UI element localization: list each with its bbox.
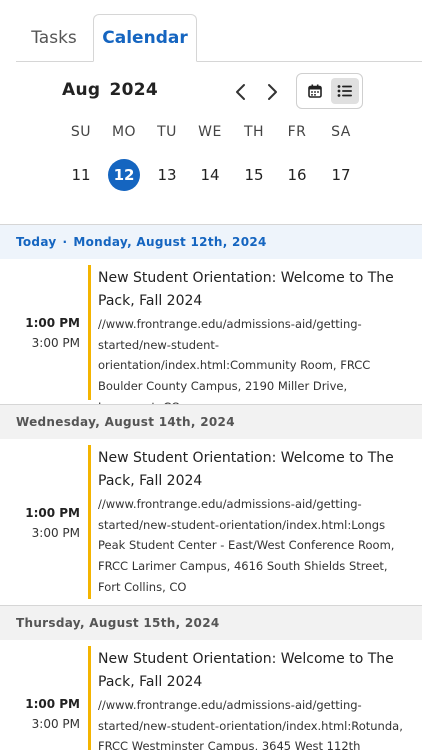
event-times: 1:00 PM 3:00 PM (0, 503, 80, 543)
event-end-time: 3:00 PM (31, 526, 80, 540)
day-header-today: Today · Monday, August 12th, 2024 (0, 225, 422, 259)
event-item[interactable]: 1:00 PM 3:00 PM New Student Orientation:… (0, 439, 422, 604)
date-11[interactable]: 11 (65, 159, 97, 191)
month-label: Aug 2024 (62, 80, 159, 100)
day-date-label: Thursday, August 15th, 2024 (16, 616, 220, 630)
event-start-time: 1:00 PM (25, 506, 80, 520)
tab-bar: Tasks Calendar (0, 0, 422, 62)
chevron-right-icon (268, 84, 277, 100)
event-color-bar (88, 445, 91, 599)
event-end-time: 3:00 PM (31, 717, 80, 731)
calendar-icon (308, 84, 322, 98)
separator: · (62, 235, 68, 249)
next-week-button[interactable] (260, 80, 284, 104)
event-title: New Student Orientation: Welcome to The … (98, 450, 394, 489)
day-header: Wednesday, August 14th, 2024 (0, 405, 422, 439)
event-item[interactable]: 1:00 PM 3:00 PM New Student Orientation:… (0, 259, 422, 414)
event-content: New Student Orientation: Welcome to The … (98, 648, 410, 750)
today-label: Today (16, 235, 57, 249)
date-14[interactable]: 14 (194, 159, 226, 191)
event-location: //www.frontrange.edu/admissions-aid/gett… (98, 497, 395, 594)
weekday-label: FR (287, 124, 307, 140)
event-start-time: 1:00 PM (25, 316, 80, 330)
event-color-bar (88, 646, 91, 750)
date-17[interactable]: 17 (325, 159, 357, 191)
weekday-label: TU (157, 124, 177, 140)
date-12-selected[interactable]: 12 (108, 159, 140, 191)
calendar-view-button[interactable] (301, 78, 329, 104)
event-item[interactable]: 1:00 PM 3:00 PM New Student Orientation:… (0, 640, 422, 750)
tab-tasks[interactable]: Tasks (16, 14, 92, 62)
date-15[interactable]: 15 (238, 159, 270, 191)
event-times: 1:00 PM 3:00 PM (0, 694, 80, 734)
list-icon (337, 85, 352, 97)
event-end-time: 3:00 PM (31, 336, 80, 350)
previous-week-button[interactable] (229, 80, 253, 104)
tab-calendar[interactable]: Calendar (93, 14, 197, 62)
date-13[interactable]: 13 (151, 159, 183, 191)
event-title: New Student Orientation: Welcome to The … (98, 651, 394, 690)
weekday-label: TH (243, 124, 265, 140)
event-location: //www.frontrange.edu/admissions-aid/gett… (98, 698, 403, 750)
day-date-label: Wednesday, August 14th, 2024 (16, 415, 235, 429)
list-view-button[interactable] (331, 78, 359, 104)
event-color-bar (88, 265, 91, 400)
event-content: New Student Orientation: Welcome to The … (98, 267, 410, 418)
weekday-label: MO (111, 124, 137, 140)
date-16[interactable]: 16 (281, 159, 313, 191)
event-times: 1:00 PM 3:00 PM (0, 313, 80, 353)
weekday-label: SU (70, 124, 92, 140)
day-header: Thursday, August 15th, 2024 (0, 606, 422, 640)
event-start-time: 1:00 PM (25, 697, 80, 711)
view-toggle (296, 73, 363, 109)
weekday-label: SA (331, 124, 351, 140)
event-location: //www.frontrange.edu/admissions-aid/gett… (98, 317, 371, 414)
weekday-label: WE (198, 124, 222, 140)
day-date-label: Monday, August 12th, 2024 (73, 235, 267, 249)
chevron-left-icon (236, 84, 245, 100)
event-content: New Student Orientation: Welcome to The … (98, 447, 410, 598)
event-title: New Student Orientation: Welcome to The … (98, 270, 394, 309)
